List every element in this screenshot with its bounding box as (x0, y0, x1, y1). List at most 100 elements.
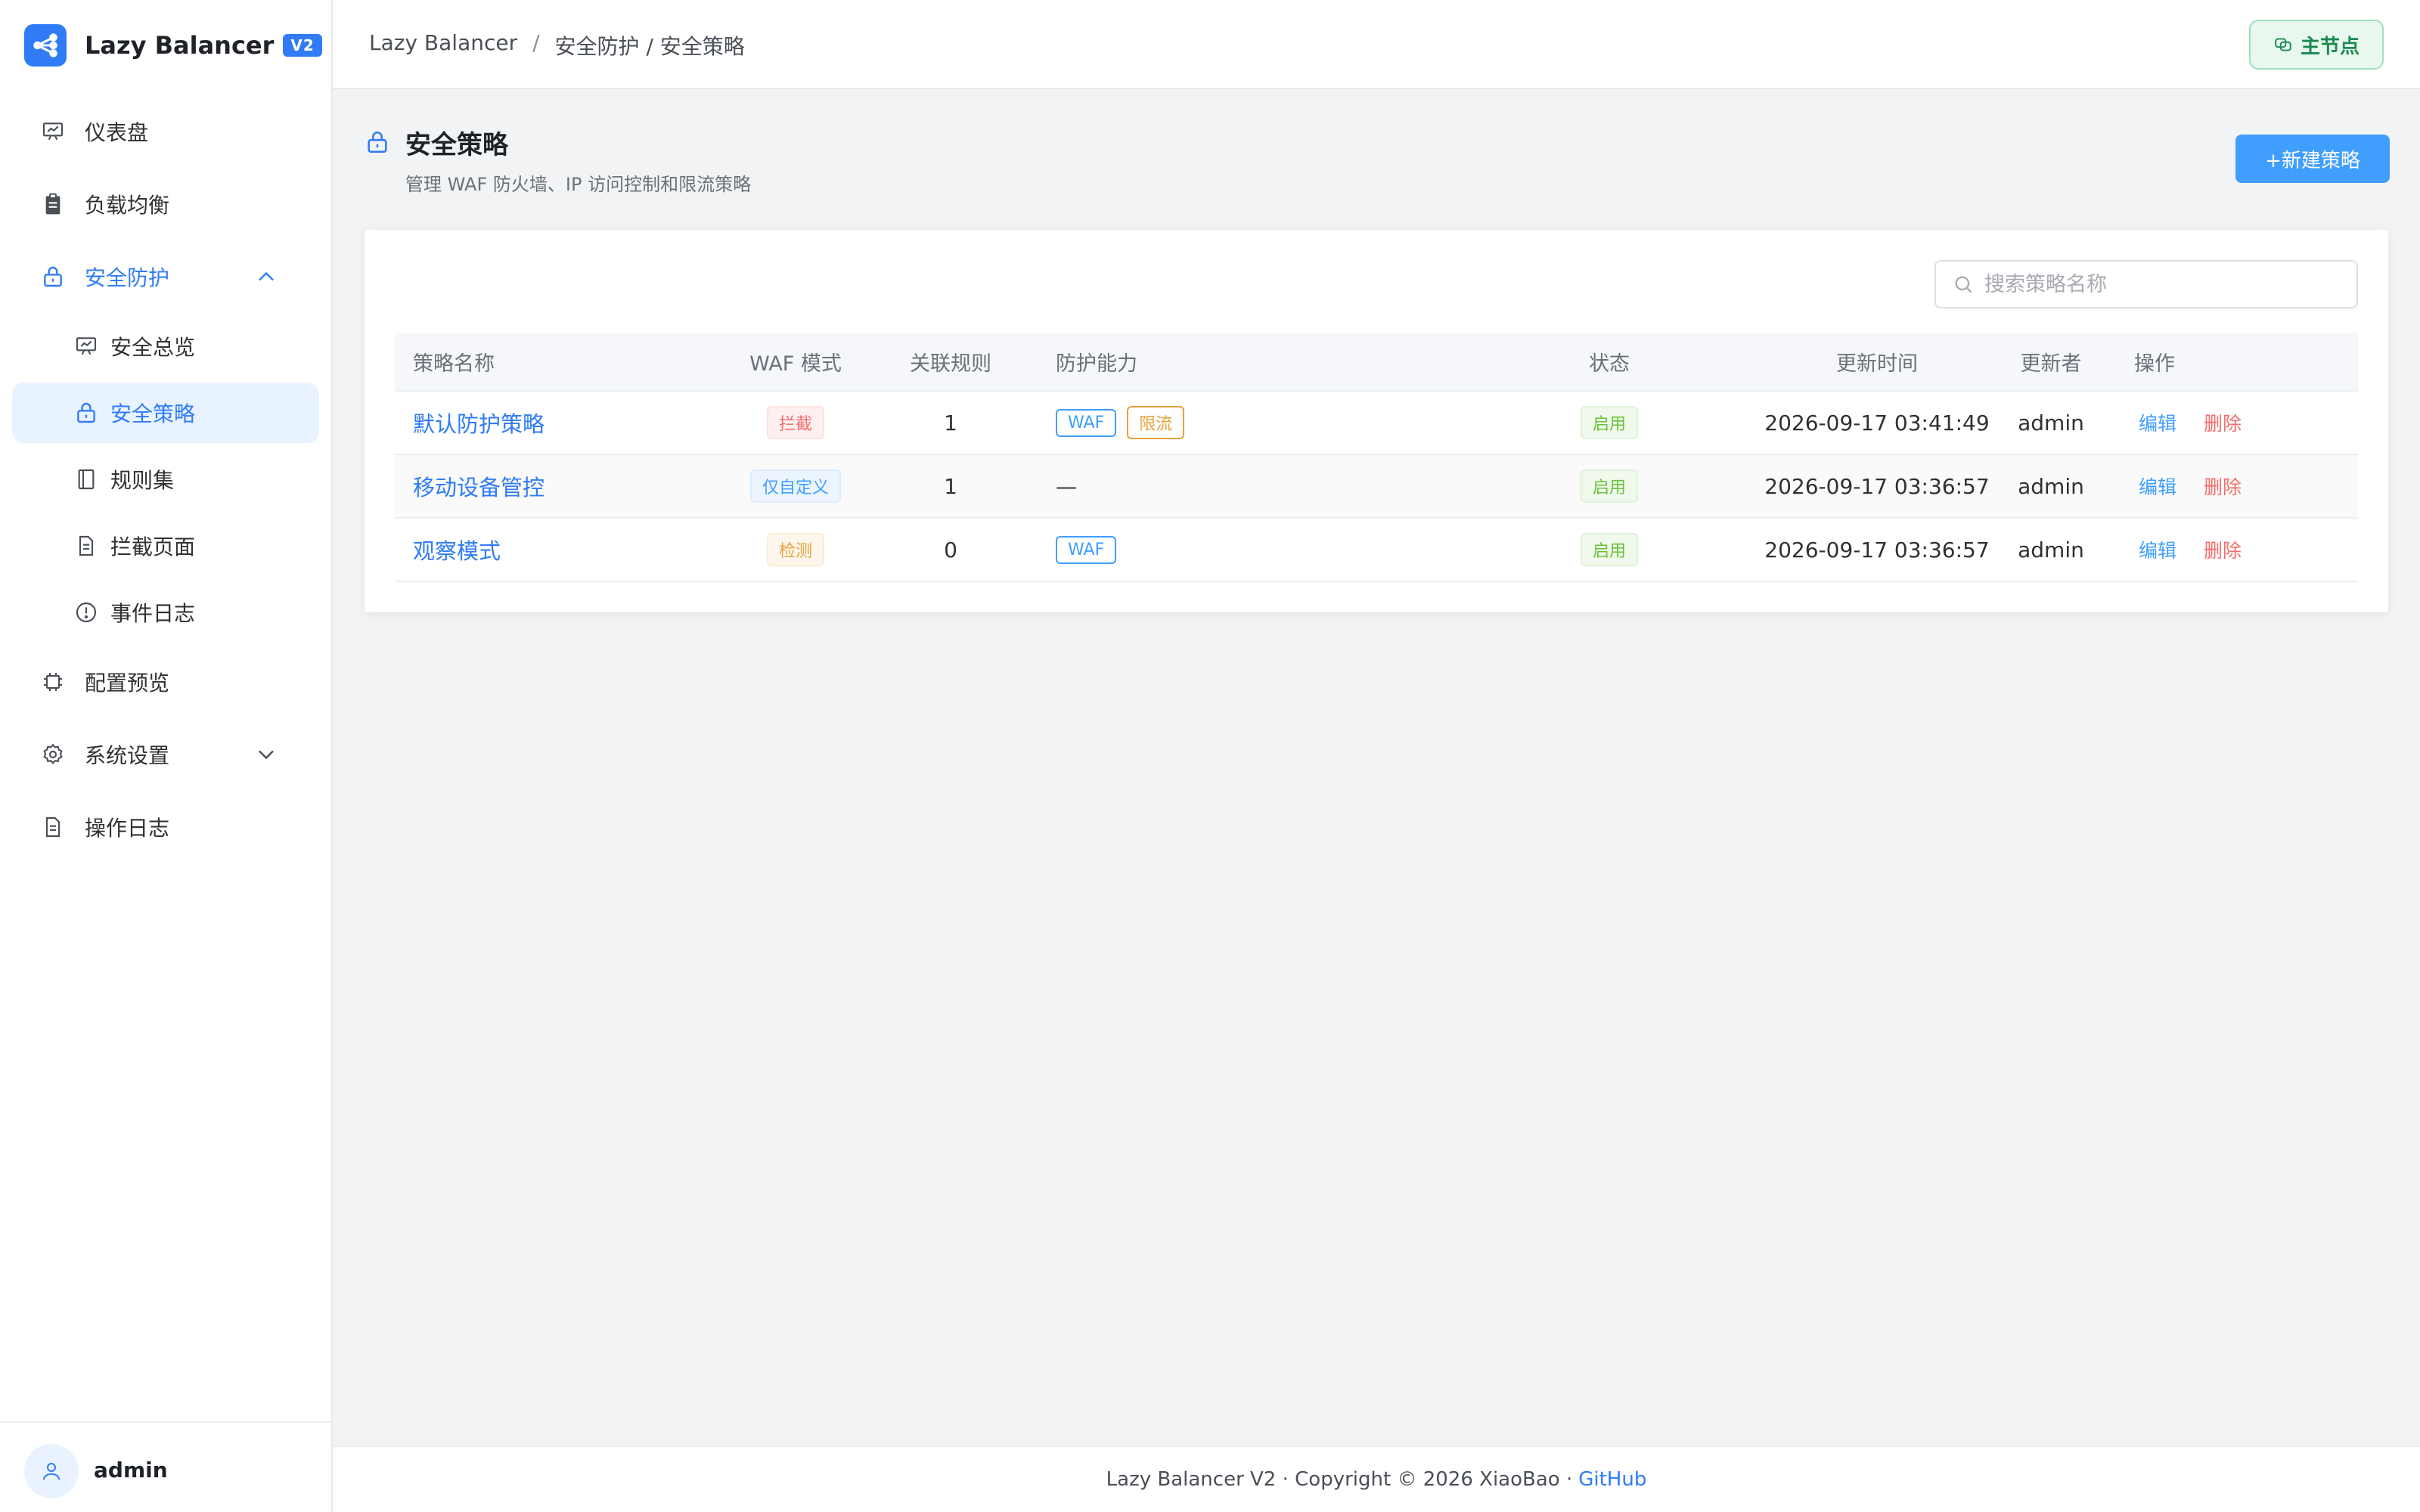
capability-empty: — (1056, 473, 1077, 499)
sidebar-item-label: 负载均衡 (85, 193, 170, 218)
sidebar-item-label: 规则集 (110, 468, 175, 493)
lock-icon (77, 402, 95, 423)
lock-icon (44, 266, 62, 287)
sidebar-item-label: 拦截页面 (110, 534, 196, 559)
app-logo[interactable]: Lazy Balancer V2 (24, 24, 322, 67)
waf-mode-tag: 检测 (766, 533, 824, 566)
delete-button[interactable]: 删除 (2204, 472, 2242, 500)
footer: Lazy Balancer V2 · Copyright © 2026 Xiao… (333, 1445, 2420, 1512)
sidebar-item-operation-logs[interactable]: 操作日志 (12, 797, 319, 857)
waf-mode-tag: 仅自定义 (749, 469, 841, 503)
sidebar-item-block-pages[interactable]: 拦截页面 (12, 516, 319, 576)
sidebar-item-config-preview[interactable]: 配置预览 (12, 652, 319, 712)
user-icon (43, 1463, 60, 1480)
warning-circle-icon (76, 602, 97, 623)
updated-time: 2026-09-17 03:36:57 (1764, 473, 1990, 499)
search-box[interactable] (1934, 260, 2358, 308)
sidebar-item-system-settings[interactable]: 系统设置 (12, 724, 319, 785)
link-icon (2275, 38, 2291, 51)
share-network-icon (24, 24, 67, 67)
updater: admin (2018, 410, 2084, 435)
sidebar-item-label: 操作日志 (85, 816, 170, 841)
clipboard-icon (45, 193, 60, 215)
search-input[interactable] (1984, 272, 2347, 296)
column-header-status: 状态 (1589, 352, 1630, 376)
sidebar-item-rulesets[interactable]: 规则集 (12, 449, 319, 510)
capability-tag: 限流 (1127, 406, 1185, 439)
edit-button[interactable]: 编辑 (2139, 472, 2176, 500)
sidebar-item-label: 安全总览 (110, 335, 196, 360)
sidebar-item-label: 安全防护 (85, 265, 170, 290)
status-badge: 启用 (1580, 469, 1638, 503)
chevron-up-icon (259, 271, 274, 281)
updater: admin (2018, 473, 2084, 499)
avatar (24, 1444, 79, 1498)
sidebar-item-load-balancing[interactable]: 负载均衡 (12, 174, 319, 234)
table-header: 策略名称 WAF 模式 关联规则 防护能力 状态 更新时间 更新者 操作 (395, 333, 2358, 392)
breadcrumb-separator: / (532, 30, 540, 55)
updated-time: 2026-09-17 03:41:49 (1764, 410, 1990, 435)
rules-count: 0 (944, 537, 957, 562)
column-header-updated: 更新时间 (1836, 352, 1918, 376)
table-row: 默认防护策略 拦截 1 WAF 限流 启用 2026-09-17 03:41:4… (395, 392, 2358, 455)
updated-time: 2026-09-17 03:36:57 (1764, 537, 1990, 562)
policy-name-link[interactable]: 观察模式 (413, 534, 501, 565)
column-header-capabilities: 防护能力 (1056, 352, 1137, 376)
column-header-actions: 操作 (2134, 352, 2175, 376)
policy-name-link[interactable]: 移动设备管控 (413, 470, 544, 502)
sidebar: Lazy Balancer V2 仪表盘 负载均衡 安全防护 安全总览 安全策略… (0, 0, 333, 1512)
status-badge: 启用 (1580, 533, 1638, 566)
sidebar-item-label: 系统设置 (85, 743, 170, 768)
table-row: 移动设备管控 仅自定义 1 — 启用 2026-09-17 03:36:57 a… (395, 455, 2358, 519)
sidebar-item-label: 配置预览 (85, 671, 170, 696)
top-header: Lazy Balancer / 安全防护 / 安全策略 主节点 (333, 0, 2420, 89)
sidebar-item-dashboard[interactable]: 仪表盘 (12, 101, 319, 162)
edit-button[interactable]: 编辑 (2139, 536, 2176, 563)
chevron-down-icon (259, 750, 274, 760)
sidebar-item-label: 事件日志 (110, 601, 196, 626)
user-panel[interactable]: admin (0, 1421, 333, 1512)
sidebar-item-security-overview[interactable]: 安全总览 (12, 316, 319, 376)
document-icon (45, 816, 60, 838)
app-name: Lazy Balancer (85, 31, 275, 60)
breadcrumb: Lazy Balancer / 安全防护 / 安全策略 (369, 30, 745, 60)
breadcrumb-current: 安全防护 / 安全策略 (554, 34, 745, 59)
sidebar-item-label: 仪表盘 (85, 120, 149, 145)
table-row: 观察模式 检测 0 WAF 启用 2026-09-17 03:36:57 adm… (395, 519, 2358, 582)
rules-count: 1 (944, 473, 957, 499)
column-header-name: 策略名称 (413, 352, 495, 376)
document-icon (79, 535, 94, 556)
node-label: 主节点 (2300, 35, 2360, 58)
gear-icon (43, 743, 63, 764)
capability-tag: WAF (1056, 535, 1117, 564)
column-header-waf-mode: WAF 模式 (749, 352, 842, 376)
version-badge: V2 (283, 34, 322, 57)
sidebar-item-security[interactable]: 安全防护 (12, 246, 319, 307)
node-switch-button[interactable]: 主节点 (2249, 20, 2384, 70)
new-policy-button[interactable]: +新建策略 (2235, 135, 2390, 183)
capability-tag: WAF (1056, 408, 1117, 437)
policy-name-link[interactable]: 默认防护策略 (413, 407, 544, 438)
user-name: admin (94, 1458, 168, 1483)
rules-count: 1 (944, 410, 957, 435)
sidebar-item-label: 安全策略 (110, 401, 196, 426)
page-subtitle: 管理 WAF 防火墙、IP 访问控制和限流策略 (405, 174, 752, 195)
column-header-rules: 关联规则 (910, 352, 991, 376)
status-badge: 启用 (1580, 406, 1638, 439)
lock-icon (368, 132, 387, 153)
github-link[interactable]: GitHub (1578, 1468, 1646, 1491)
edit-button[interactable]: 编辑 (2139, 409, 2176, 436)
updater: admin (2018, 537, 2084, 562)
column-header-updater: 更新者 (2020, 352, 2082, 376)
page-title: 安全策略 (405, 130, 508, 160)
delete-button[interactable]: 删除 (2204, 409, 2242, 436)
breadcrumb-root[interactable]: Lazy Balancer (369, 30, 517, 60)
sidebar-item-event-logs[interactable]: 事件日志 (12, 582, 319, 643)
delete-button[interactable]: 删除 (2204, 536, 2242, 563)
cpu-icon (44, 673, 62, 691)
sidebar-item-security-policy[interactable]: 安全策略 (12, 383, 319, 443)
footer-text: Lazy Balancer V2 · Copyright © 2026 Xiao… (1106, 1468, 1573, 1491)
waf-mode-tag: 拦截 (766, 406, 824, 439)
dashboard-icon (76, 337, 97, 355)
notebook-icon (78, 469, 95, 490)
